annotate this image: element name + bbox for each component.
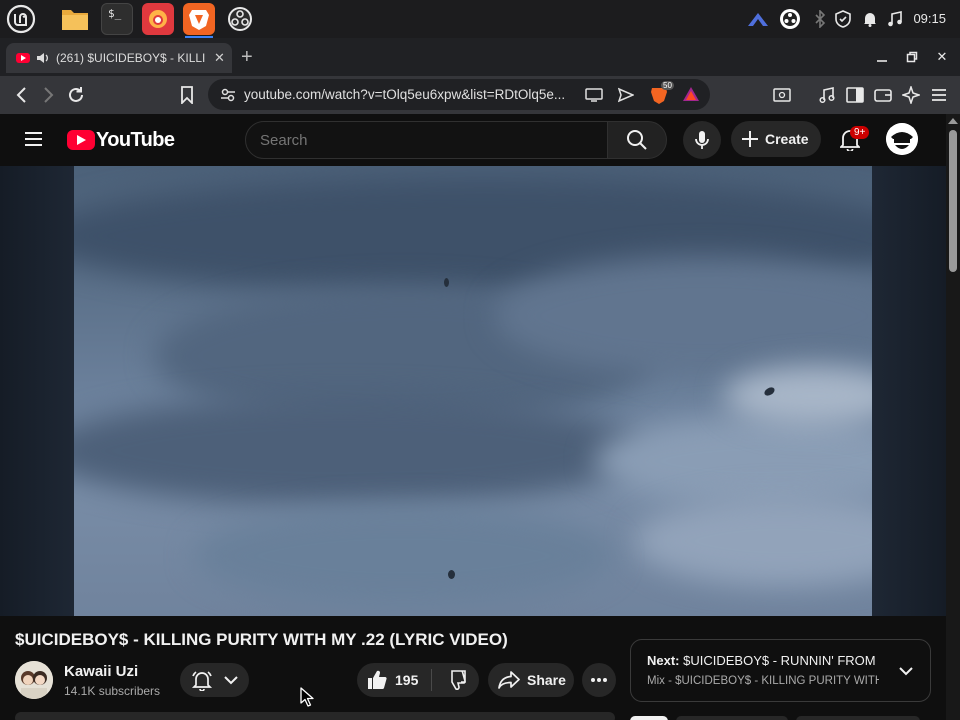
dislike-button[interactable] xyxy=(432,663,479,697)
up-next-video-title: $UICIDEBOY$ - RUNNIN' FROM ... xyxy=(683,653,879,668)
media-controls-icon[interactable] xyxy=(815,83,839,107)
description-box[interactable] xyxy=(15,712,615,720)
share-button[interactable]: Share xyxy=(488,663,574,697)
search-button[interactable] xyxy=(607,121,667,159)
page-scrollbar[interactable] xyxy=(946,114,960,720)
more-horizontal-icon xyxy=(591,678,607,682)
close-window-icon[interactable]: ✕ xyxy=(933,48,951,66)
forward-icon[interactable] xyxy=(37,83,61,107)
vpn-icon[interactable] xyxy=(746,9,770,29)
shield-icon[interactable] xyxy=(833,9,853,29)
subscriber-count: 14.1K subscribers xyxy=(64,684,161,698)
video-player[interactable] xyxy=(0,166,946,616)
bluetooth-icon[interactable] xyxy=(810,9,830,29)
youtube-favicon xyxy=(16,53,30,63)
youtube-header: YouTube Create 9+ xyxy=(0,114,946,166)
brave-rewards-icon[interactable] xyxy=(682,86,700,107)
browser-tab[interactable]: (261) $UICIDEBOY$ - KILLING PURITY WITH … xyxy=(6,43,232,73)
browser-toolbar: youtube.com/watch?v=tOlq5eu6xpw&list=RDt… xyxy=(0,76,960,114)
share-label: Share xyxy=(527,672,566,688)
create-label: Create xyxy=(765,131,809,147)
back-icon[interactable] xyxy=(9,83,33,107)
maximize-icon[interactable] xyxy=(903,48,921,66)
files-icon[interactable] xyxy=(59,3,91,35)
notifications-badge: 9+ xyxy=(850,126,870,139)
guide-menu-icon[interactable] xyxy=(24,131,43,152)
clock[interactable]: 09:15 xyxy=(913,11,946,26)
channel-name[interactable]: Kawaii Uzi xyxy=(64,663,138,680)
microphone-icon xyxy=(695,131,709,149)
thumbs-down-icon xyxy=(450,670,466,690)
shields-count-badge: 50 xyxy=(661,81,674,90)
video-title: $UICIDEBOY$ - KILLING PURITY WITH MY .22… xyxy=(15,630,508,649)
up-next-card[interactable]: Next: $UICIDEBOY$ - RUNNIN' FROM ... Mix… xyxy=(630,639,931,702)
share-icon xyxy=(498,671,520,689)
video-frame[interactable] xyxy=(74,166,872,616)
up-next-prefix: Next: xyxy=(647,653,680,668)
voice-search-button[interactable] xyxy=(683,121,721,159)
like-count: 195 xyxy=(395,672,419,688)
sidebar-icon[interactable] xyxy=(843,83,867,107)
wallet-icon[interactable] xyxy=(871,83,895,107)
search-icon xyxy=(627,130,647,150)
like-button[interactable]: 195 xyxy=(357,663,431,697)
minimize-icon[interactable] xyxy=(873,48,891,66)
youtube-logo-icon[interactable] xyxy=(67,130,95,150)
up-next-playlist: Mix - $UICIDEBOY$ - KILLING PURITY WITH … xyxy=(647,675,879,687)
search-input[interactable] xyxy=(260,132,590,149)
obs-icon[interactable] xyxy=(224,3,256,35)
bell-ringing-icon xyxy=(192,671,213,691)
bookmark-icon[interactable] xyxy=(175,83,199,107)
scroll-up-arrow-icon[interactable] xyxy=(948,118,958,124)
more-actions-button[interactable] xyxy=(582,663,616,697)
chip-from-series[interactable] xyxy=(676,716,788,720)
expand-chevron-icon[interactable] xyxy=(897,662,915,680)
address-bar[interactable]: youtube.com/watch?v=tOlq5eu6xpw&list=RDt… xyxy=(208,79,710,110)
notification-bell-icon[interactable] xyxy=(860,9,880,29)
channel-avatar[interactable] xyxy=(15,661,53,699)
url-text[interactable]: youtube.com/watch?v=tOlq5eu6xpw&list=RDt… xyxy=(244,87,574,102)
music-icon[interactable] xyxy=(885,9,905,29)
send-icon[interactable] xyxy=(617,87,635,108)
bird-speck-3 xyxy=(448,570,455,579)
obs-tray-icon[interactable] xyxy=(779,8,801,30)
account-avatar[interactable] xyxy=(886,123,918,155)
firefox-icon[interactable] xyxy=(142,3,174,35)
new-tab-button[interactable]: + xyxy=(241,46,253,69)
leo-ai-icon[interactable] xyxy=(899,83,923,107)
scrollbar-thumb[interactable] xyxy=(949,130,957,272)
terminal-icon[interactable]: $_ xyxy=(101,3,133,35)
menu-icon[interactable] xyxy=(927,83,951,107)
like-dislike-group: 195 xyxy=(357,663,479,697)
subscription-notification-button[interactable] xyxy=(180,663,249,697)
browser-tab-strip: (261) $UICIDEBOY$ - KILLING PURITY WITH … xyxy=(0,38,960,76)
os-taskbar: $_ 09:15 xyxy=(0,0,960,38)
reload-icon[interactable] xyxy=(64,83,88,107)
mint-menu-icon[interactable] xyxy=(5,3,37,35)
bird-speck-1 xyxy=(444,278,449,287)
search-box[interactable] xyxy=(245,121,608,159)
reader-mode-icon[interactable] xyxy=(770,83,794,107)
youtube-logo-text[interactable]: YouTube xyxy=(96,129,175,152)
cast-icon[interactable] xyxy=(585,87,603,108)
chevron-down-icon xyxy=(224,676,238,685)
tab-title: (261) $UICIDEBOY$ - KILLING PURITY WITH … xyxy=(56,51,206,65)
brave-icon[interactable] xyxy=(183,3,215,38)
chip-related[interactable] xyxy=(796,716,920,720)
close-tab-icon[interactable]: ✕ xyxy=(214,50,225,66)
create-button[interactable]: Create xyxy=(731,121,821,157)
thumbs-up-icon xyxy=(368,670,387,690)
plus-icon xyxy=(742,131,758,147)
mouse-cursor-icon xyxy=(300,687,314,707)
audio-playing-icon[interactable] xyxy=(36,51,50,65)
chip-all[interactable] xyxy=(630,716,668,720)
site-settings-icon[interactable] xyxy=(220,87,236,108)
up-next-title: Next: $UICIDEBOY$ - RUNNIN' FROM ... xyxy=(647,653,879,668)
